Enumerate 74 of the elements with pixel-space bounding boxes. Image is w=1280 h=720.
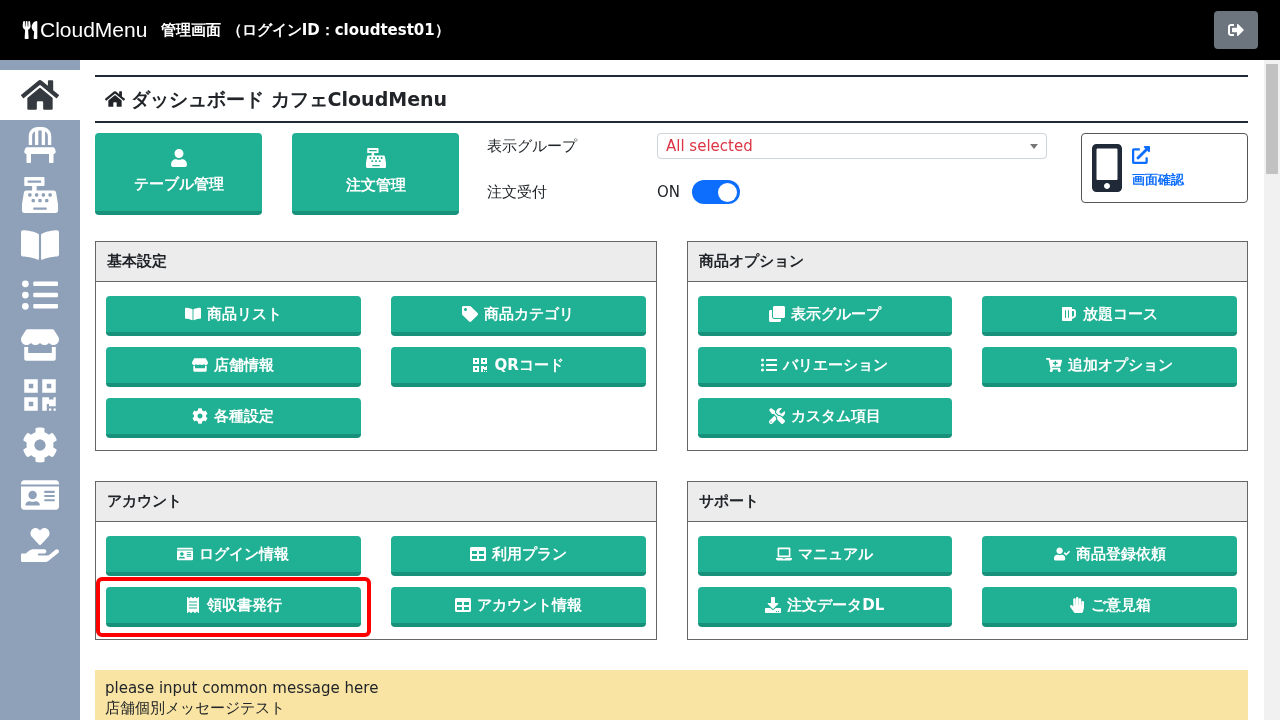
table-icon bbox=[454, 597, 471, 613]
menu-button[interactable]: 商品リスト bbox=[106, 296, 361, 336]
list-icon bbox=[21, 277, 59, 313]
id-card-icon bbox=[177, 546, 194, 562]
menu-button[interactable]: 追加オプション bbox=[982, 347, 1237, 387]
phone-icon bbox=[1092, 143, 1122, 193]
menu-button[interactable]: 利用プラン bbox=[390, 536, 646, 576]
toggle-switch[interactable] bbox=[692, 180, 741, 204]
message-text: 店舗個別メッセージテスト bbox=[105, 698, 286, 718]
settings-icon bbox=[192, 408, 209, 424]
home-icon bbox=[105, 90, 125, 108]
chair-icon bbox=[21, 127, 59, 163]
store-icon bbox=[192, 357, 209, 373]
message-text: please input common message here bbox=[105, 678, 380, 698]
qr-code-icon bbox=[21, 377, 59, 413]
logout-button[interactable] bbox=[1214, 11, 1258, 49]
settings-icon bbox=[21, 427, 59, 463]
book-icon bbox=[184, 306, 201, 322]
receipt-icon bbox=[184, 597, 201, 613]
panel-title: 商品オプション bbox=[698, 251, 804, 273]
cash-register-icon bbox=[21, 177, 59, 213]
preview-button[interactable]: 画面確認 bbox=[1081, 133, 1248, 203]
panel-title: アカウント bbox=[107, 491, 182, 513]
menu-button[interactable]: 表示グループ bbox=[697, 296, 953, 336]
menu-button[interactable]: ご意見箱 bbox=[982, 587, 1237, 627]
laptop-icon bbox=[776, 546, 793, 562]
book-icon bbox=[21, 227, 59, 263]
page-heading: 管理画面 （ログインID：cloudtest01） bbox=[161, 19, 450, 41]
field-label: 表示グループ bbox=[487, 135, 579, 157]
home-icon bbox=[21, 77, 59, 113]
table-icon bbox=[469, 546, 486, 562]
id-card-icon bbox=[21, 477, 59, 513]
cash-register-icon bbox=[365, 147, 386, 168]
menu-button[interactable]: 注文データDL bbox=[697, 587, 953, 627]
menu-button[interactable]: バリエーション bbox=[697, 347, 953, 387]
hand-heart-icon bbox=[21, 527, 59, 563]
download-icon bbox=[765, 597, 782, 613]
list-icon bbox=[761, 357, 778, 373]
dropdown-caret-icon bbox=[1030, 143, 1038, 149]
menu-button[interactable]: QRコード bbox=[390, 347, 646, 387]
page-title: ダッシュボード カフェCloudMenu bbox=[131, 86, 448, 112]
store-icon bbox=[21, 327, 59, 363]
menu-button[interactable]: 放題コース bbox=[982, 296, 1237, 336]
copy-icon bbox=[768, 306, 785, 322]
quick-action-button[interactable]: 注文管理 bbox=[292, 133, 459, 215]
menu-button[interactable]: マニュアル bbox=[697, 536, 953, 576]
menu-button[interactable]: 商品登録依頼 bbox=[982, 536, 1237, 576]
preview-label: 画面確認 bbox=[1132, 171, 1184, 190]
panel-title: サポート bbox=[698, 491, 759, 513]
user-check-icon bbox=[1053, 546, 1070, 562]
toggle-state-text: ON bbox=[657, 181, 681, 203]
menu-button[interactable]: 店舗情報 bbox=[106, 347, 361, 387]
menu-button[interactable]: 各種設定 bbox=[106, 398, 361, 438]
tools-icon bbox=[768, 408, 785, 424]
qr-code-icon bbox=[472, 357, 489, 373]
tag-icon bbox=[462, 306, 479, 322]
menu-button[interactable]: 領収書発行 bbox=[106, 587, 361, 627]
panel-title: 基本設定 bbox=[107, 251, 167, 273]
menu-button[interactable]: ログイン情報 bbox=[106, 536, 361, 576]
menu-button[interactable]: アカウント情報 bbox=[390, 587, 646, 627]
mug-icon bbox=[1061, 306, 1078, 322]
person-icon bbox=[169, 148, 188, 167]
logo-icon bbox=[22, 21, 38, 39]
menu-button[interactable]: カスタム項目 bbox=[697, 398, 953, 438]
group-select[interactable]: All selected bbox=[657, 133, 1047, 159]
hand-icon bbox=[1068, 597, 1085, 613]
external-link-icon bbox=[1132, 146, 1150, 165]
cart-plus-icon bbox=[1046, 357, 1063, 373]
quick-action-button[interactable]: テーブル管理 bbox=[95, 133, 262, 215]
menu-button[interactable]: 商品カテゴリ bbox=[390, 296, 646, 336]
field-label: 注文受付 bbox=[487, 181, 548, 203]
logout-icon bbox=[1228, 22, 1244, 38]
sidebar-item[interactable] bbox=[0, 70, 80, 120]
brand-name: CloudMenu bbox=[40, 17, 148, 44]
